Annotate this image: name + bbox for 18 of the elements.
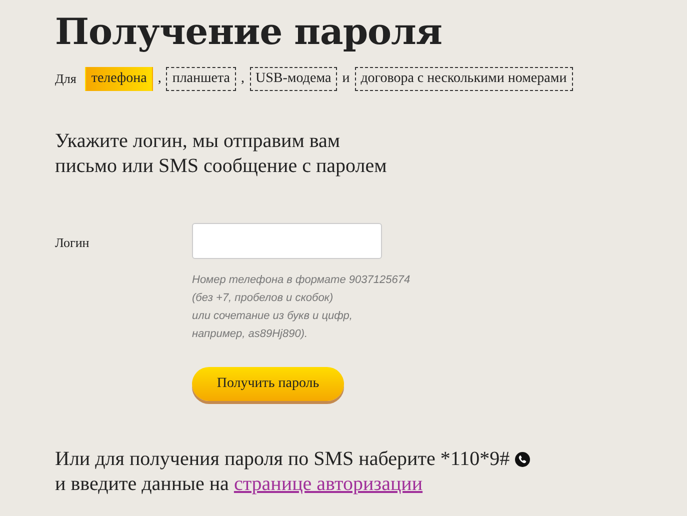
instruction-text: и введите данные на [55, 472, 229, 497]
device-option[interactable]: телефона [85, 67, 153, 91]
authorization-link[interactable]: странице авторизации [234, 472, 423, 497]
device-option[interactable]: договора с несколькими номерами [354, 67, 573, 91]
login-label: Логин [55, 234, 90, 252]
separator-text: , [241, 71, 245, 87]
separator-text: и [342, 71, 350, 87]
get-password-button[interactable]: Получить пароль [192, 367, 344, 401]
intro-text: Укажите логин, мы отправим вам письмо или SMS сообщение с паролем [55, 129, 388, 179]
device-option[interactable]: планшета [166, 67, 236, 91]
phone-icon [514, 452, 530, 467]
sms-instruction-text: Или для получения пароля по SMS наберите *110*9# [55, 447, 510, 472]
page-title: Получение пароля [55, 10, 444, 55]
device-prefix: Для [55, 71, 76, 87]
login-field[interactable] [192, 223, 382, 259]
hint-text: Номер телефона в формате 9037125674 (без +7, пробелов и скобок) или сочетание из букв и цифр, например, as89Hj890). [192, 273, 410, 342]
separator-text: , [158, 71, 162, 87]
device-option[interactable]: USB-модема [250, 67, 338, 91]
